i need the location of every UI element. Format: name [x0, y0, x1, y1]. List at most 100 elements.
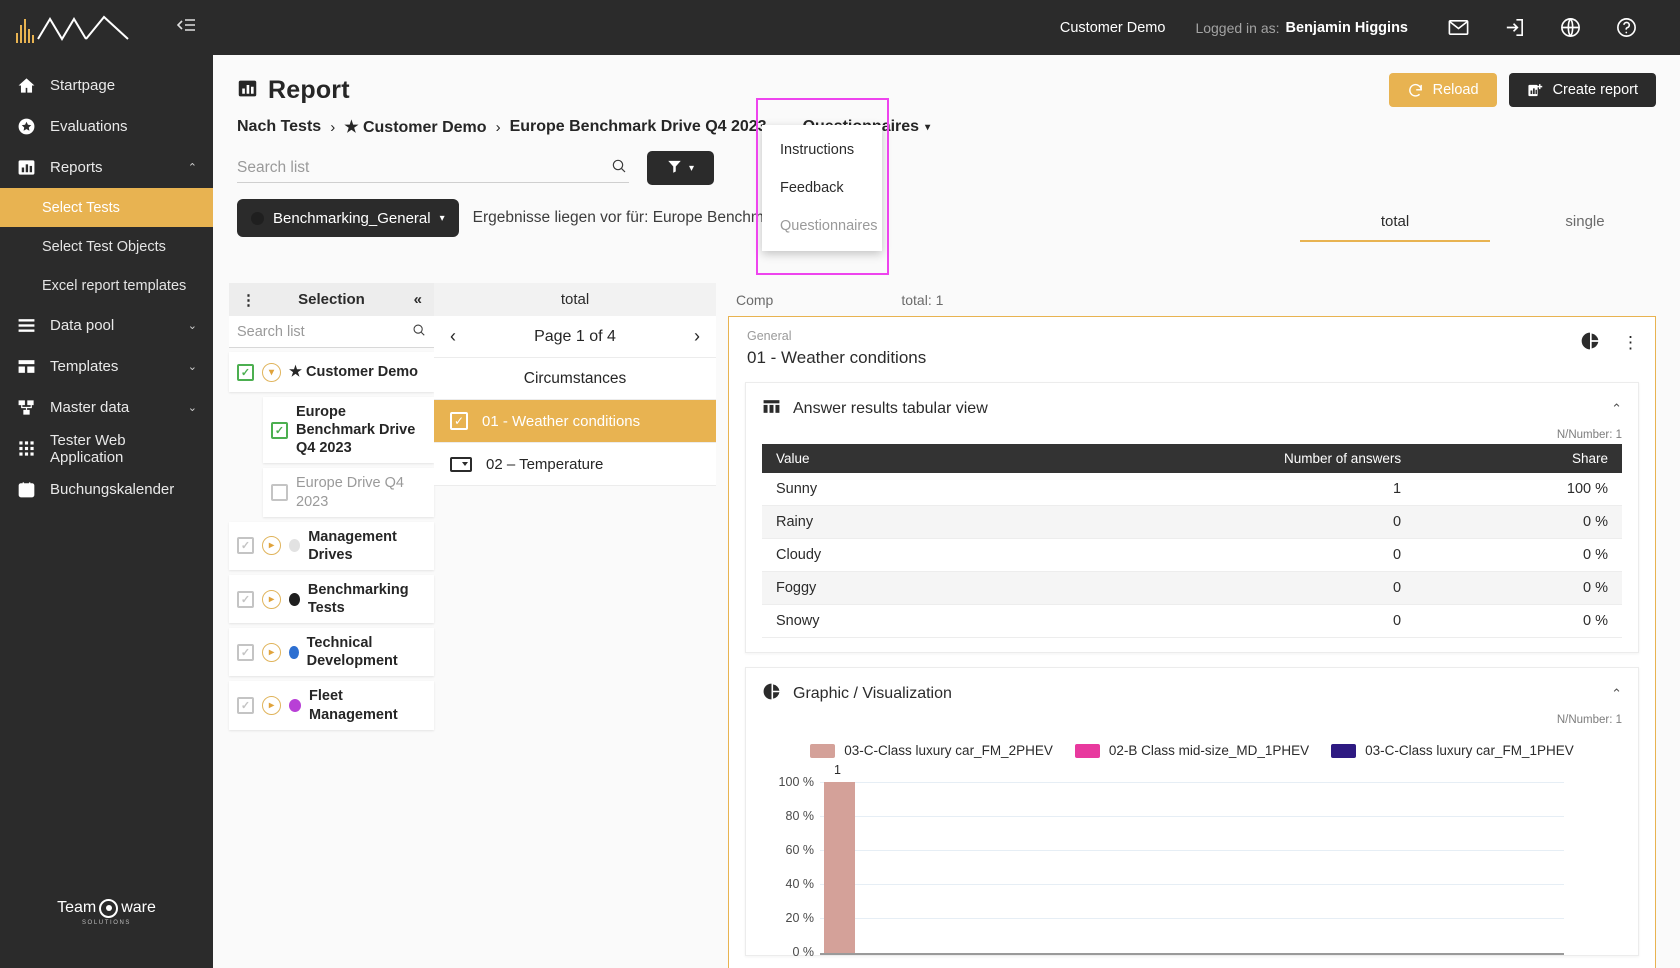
y-tick-60: 60 %: [785, 843, 815, 857]
search-input[interactable]: [237, 158, 629, 177]
star-circle-icon: [16, 117, 36, 137]
sidebar-item-tester-web-application[interactable]: Tester Web Application: [0, 428, 213, 469]
hierarchy-icon: [16, 398, 36, 418]
logout-icon[interactable]: [1486, 16, 1542, 39]
sidebar-collapse-icon[interactable]: [176, 17, 197, 38]
dropdown-item-label: Questionnaires: [780, 218, 878, 234]
pie-chart-icon[interactable]: [1580, 331, 1600, 355]
sidebar-item-select-test-objects[interactable]: Select Test Objects: [0, 227, 213, 266]
kebab-icon[interactable]: ⋮: [241, 291, 256, 309]
checkbox-icon[interactable]: ✓: [237, 590, 254, 608]
dropdown-field-icon[interactable]: [450, 456, 472, 472]
checkbox-icon[interactable]: ✓: [237, 363, 254, 381]
dropdown-item-instructions[interactable]: Instructions: [762, 131, 882, 169]
selection-search-input[interactable]: [237, 323, 412, 340]
checkbox-icon[interactable]: ✓: [271, 484, 288, 501]
legend-swatch-icon: [810, 743, 836, 758]
pager-prev-icon[interactable]: ‹: [450, 326, 456, 347]
question-row-temperature[interactable]: 02 – Temperature: [434, 443, 716, 486]
tree-node-europe-benchmark-drive[interactable]: ✓ Europe Benchmark Drive Q4 2023: [263, 397, 434, 464]
sidebar-item-label: Master data: [50, 399, 130, 416]
checkbox-icon[interactable]: ✓: [450, 412, 468, 430]
bar-chart-icon: [16, 158, 36, 178]
chevron-up-icon[interactable]: ⌃: [1611, 401, 1622, 417]
help-icon[interactable]: [1598, 16, 1654, 39]
collapse-left-icon[interactable]: «: [414, 291, 422, 308]
question-row-weather-conditions[interactable]: ✓ 01 - Weather conditions: [434, 400, 716, 443]
sidebar-item-buchungskalender[interactable]: Buchungskalender: [0, 469, 213, 510]
breadcrumb-item-0[interactable]: Nach Tests: [237, 118, 321, 136]
topbar: Customer Demo Logged in as: Benjamin Hig…: [213, 0, 1680, 55]
chevron-down-icon[interactable]: ⌄: [188, 319, 197, 332]
sidebar-item-reports[interactable]: Reports ⌃: [0, 147, 213, 188]
sidebar-item-evaluations[interactable]: Evaluations: [0, 106, 213, 147]
tree-node-fleet-management[interactable]: ✓ ▸ Fleet Management: [229, 681, 434, 730]
chevron-down-icon[interactable]: ⌄: [188, 401, 197, 414]
kebab-icon[interactable]: ⋮: [1622, 333, 1639, 353]
checkbox-icon[interactable]: ✓: [271, 421, 288, 439]
chevron-right-icon[interactable]: ▸: [262, 536, 281, 556]
list-icon: [16, 316, 36, 336]
color-dot-icon: [289, 539, 301, 553]
legend-item-0[interactable]: 03-C-Class luxury car_FM_2PHEV: [810, 743, 1053, 758]
mail-icon[interactable]: [1430, 16, 1486, 39]
dropdown-item-questionnaires[interactable]: Questionnaires: [762, 207, 882, 245]
filter-button[interactable]: ▾: [647, 151, 714, 185]
reload-button[interactable]: Reload: [1388, 73, 1497, 107]
create-report-button[interactable]: Create report: [1508, 73, 1656, 107]
tree-node-label: Europe Benchmark Drive Q4 2023: [296, 404, 416, 457]
sidebar-item-templates[interactable]: Templates ⌄: [0, 346, 213, 387]
content-area: Report Reload Create report Nach Tests ›…: [213, 55, 1680, 968]
y-tick-20: 20 %: [785, 911, 815, 925]
checkbox-icon[interactable]: ✓: [237, 697, 254, 714]
pie-chart-icon: [762, 682, 781, 706]
grid-icon: [16, 439, 36, 459]
tab-total[interactable]: total: [1300, 205, 1490, 242]
tree-node-customer-demo[interactable]: ✓ ▾ ★ Customer Demo: [229, 352, 434, 392]
chevron-up-icon[interactable]: ⌃: [188, 161, 197, 174]
globe-icon[interactable]: [1542, 16, 1598, 39]
tree-node-europe-drive[interactable]: ✓ Europe Drive Q4 2023: [263, 468, 434, 517]
column-header-value: Value: [762, 444, 981, 473]
chart-legend: 03-C-Class luxury car_FM_2PHEV 02-B Clas…: [762, 743, 1622, 758]
sidebar-logo-row: [0, 0, 213, 55]
chevron-down-icon[interactable]: ▾: [262, 362, 281, 382]
sidebar-item-startpage[interactable]: Startpage: [0, 65, 213, 106]
breadcrumb-item-1[interactable]: ★ Customer Demo: [344, 117, 486, 137]
chevron-right-icon[interactable]: ▸: [262, 642, 281, 662]
cell-share: 0 %: [1415, 604, 1622, 638]
cell-value: Foggy: [762, 571, 981, 605]
pager-next-icon[interactable]: ›: [694, 326, 700, 347]
legend-label: 03-C-Class luxury car_FM_2PHEV: [844, 743, 1053, 758]
chevron-down-icon[interactable]: ⌄: [188, 360, 197, 373]
graphic-visualization-card: Graphic / Visualization ⌃ N/Number: 1 03…: [745, 667, 1639, 959]
sidebar-item-label: Data pool: [50, 317, 115, 334]
search-icon[interactable]: [412, 323, 426, 341]
chevron-right-icon[interactable]: ▸: [262, 696, 281, 715]
dropdown-item-feedback[interactable]: Feedback: [762, 169, 882, 207]
table-row: Snowy 0 0 %: [762, 604, 1622, 638]
benchmarking-selector[interactable]: Benchmarking_General ▾: [237, 199, 459, 237]
tree-node-management-drives[interactable]: ✓ ▸ Management Drives: [229, 521, 434, 570]
sidebar-item-data-pool[interactable]: Data pool ⌄: [0, 305, 213, 346]
breadcrumb-item-2[interactable]: Europe Benchmark Drive Q4 2023: [510, 118, 767, 136]
tree-node-label: Technical Development: [306, 635, 398, 670]
legend-item-1[interactable]: 02-B Class mid-size_MD_1PHEV: [1074, 743, 1309, 758]
selection-search-field[interactable]: [229, 316, 434, 348]
chevron-right-icon[interactable]: ▸: [262, 589, 281, 609]
legend-item-2[interactable]: 03-C-Class luxury car_FM_1PHEV: [1331, 743, 1574, 758]
dropdown-item-label: Feedback: [780, 180, 844, 196]
sidebar-item-master-data[interactable]: Master data ⌄: [0, 387, 213, 428]
checkbox-icon[interactable]: ✓: [237, 537, 254, 555]
sidebar-item-select-tests[interactable]: Select Tests: [0, 188, 213, 227]
question-card-actions: ⋮: [1580, 331, 1639, 355]
search-icon[interactable]: [611, 158, 627, 178]
tree-node-benchmarking-tests[interactable]: ✓ ▸ Benchmarking Tests: [229, 574, 434, 624]
search-list-field[interactable]: [237, 154, 629, 183]
chevron-up-icon[interactable]: ⌃: [1611, 686, 1622, 702]
tab-single[interactable]: single: [1490, 205, 1680, 242]
tree-node-technical-development[interactable]: ✓ ▸ Technical Development: [229, 628, 434, 677]
sidebar-item-excel-report-templates[interactable]: Excel report templates: [0, 266, 213, 305]
bar-sunny[interactable]: [824, 782, 855, 953]
checkbox-icon[interactable]: ✓: [237, 643, 254, 661]
